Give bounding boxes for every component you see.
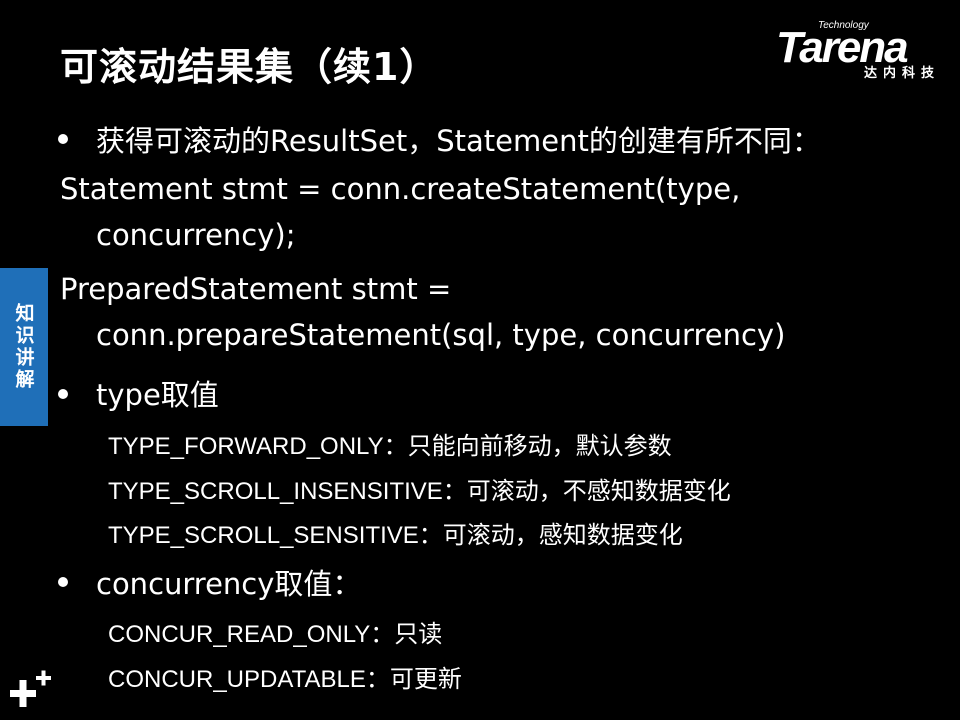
type-value-item: TYPE_SCROLL_INSENSITIVE：可滚动，不感知数据变化 bbox=[108, 478, 731, 505]
logo-subtitle: 达内科技 bbox=[864, 66, 941, 81]
concurrency-value-item: CONCUR_UPDATABLE：可更新 bbox=[108, 666, 462, 693]
tarena-logo: Technology Tarena 达内科技 bbox=[776, 20, 948, 84]
intro-bullet-text: 获得可滚动的ResultSet，Statement的创建有所不同： bbox=[96, 124, 821, 158]
bullet-dot bbox=[58, 134, 68, 144]
code-create-statement: Statement stmt = conn.createStatement(ty… bbox=[60, 172, 741, 206]
type-value-item: TYPE_SCROLL_SENSITIVE：可滚动，感知数据变化 bbox=[108, 522, 683, 549]
knowledge-tab-label: 知识讲解 bbox=[12, 303, 35, 391]
code-prepare-statement-cont: conn.prepareStatement(sql, type, concurr… bbox=[96, 318, 786, 352]
bullet-dot bbox=[58, 389, 68, 399]
logo-wordmark: Tarena bbox=[776, 23, 909, 72]
concurrency-value-item: CONCUR_READ_ONLY：只读 bbox=[108, 621, 443, 648]
knowledge-tab: 知识讲解 bbox=[0, 268, 48, 426]
code-prepare-statement: PreparedStatement stmt = bbox=[60, 272, 452, 306]
type-value-item: TYPE_FORWARD_ONLY：只能向前移动，默认参数 bbox=[108, 433, 672, 460]
type-bullet-text: type取值 bbox=[96, 378, 219, 412]
plus-plus-icon bbox=[10, 670, 51, 707]
slide-title: 可滚动结果集（续1） bbox=[60, 45, 439, 89]
bullet-dot bbox=[58, 577, 68, 587]
concurrency-bullet-text: concurrency取值： bbox=[96, 567, 362, 601]
code-create-statement-cont: concurrency); bbox=[96, 218, 296, 252]
